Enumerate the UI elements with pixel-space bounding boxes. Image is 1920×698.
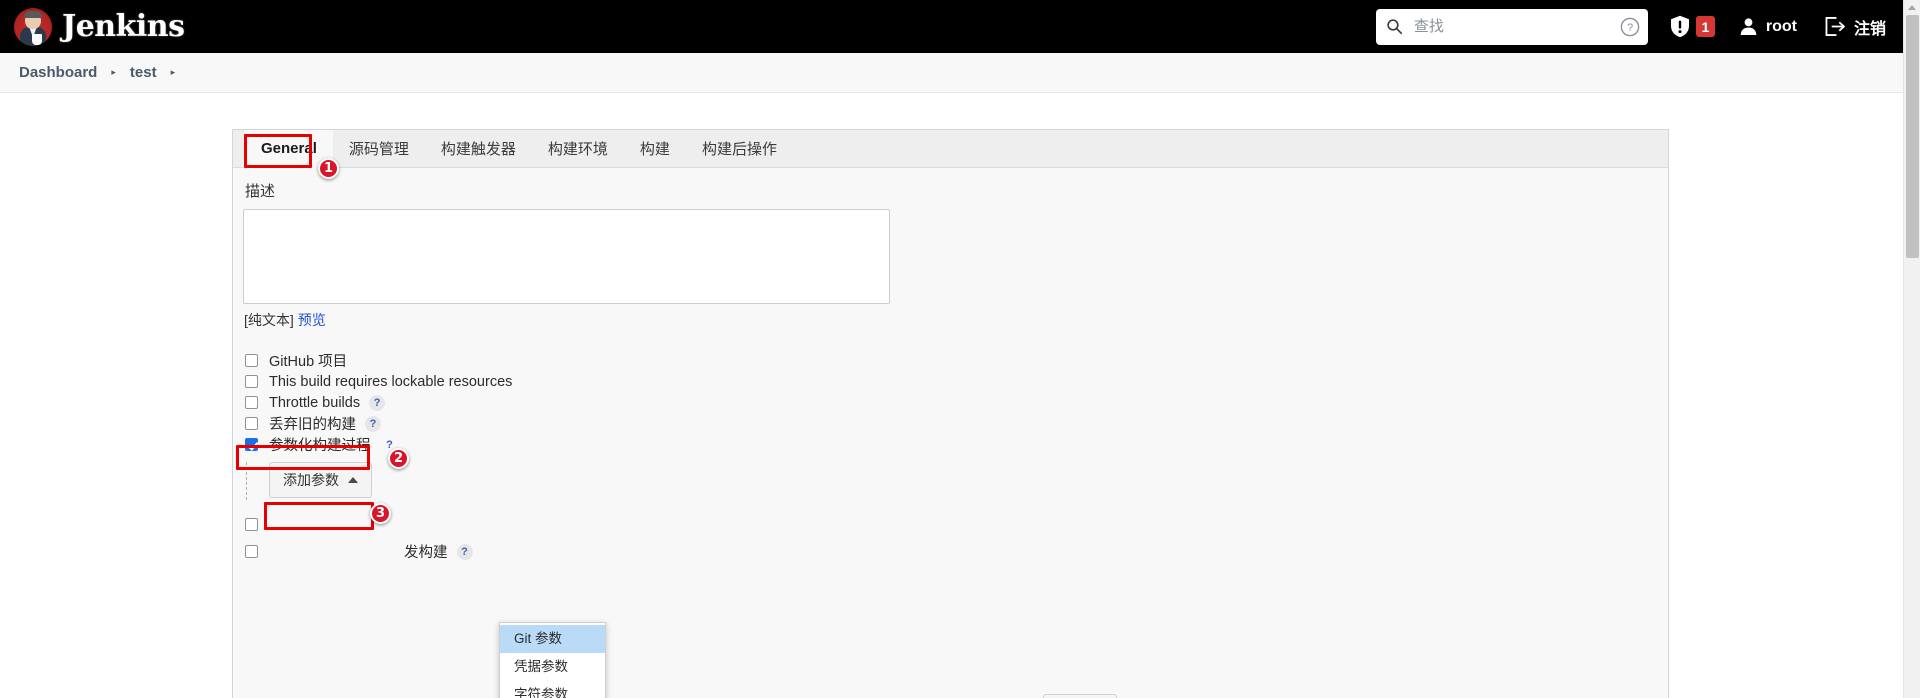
lower-option-1-checkbox[interactable] <box>245 518 258 531</box>
breadcrumb: Dashboard ▸ test ▸ <box>0 53 1903 93</box>
checkbox-row-lockable-resources[interactable]: This build requires lockable resources <box>243 371 1668 392</box>
user-name-label: root <box>1765 17 1797 35</box>
lockable-resources-label: This build requires lockable resources <box>269 373 513 390</box>
tab-post-build-actions[interactable]: 构建后操作 <box>686 130 793 167</box>
throttle-builds-label: Throttle builds <box>269 394 361 411</box>
config-form-body: 描述 [纯文本] 预览 GitHub 项目 This build requires… <box>233 168 1668 562</box>
logout-label: 注销 <box>1853 20 1886 38</box>
svg-text:?: ? <box>1627 22 1633 34</box>
page-scrollbar-track[interactable] <box>1903 0 1920 698</box>
throttle-builds-help-icon[interactable]: ? <box>369 394 386 411</box>
tab-build-label: 构建 <box>639 141 670 158</box>
discard-old-builds-label: 丢弃旧的构建 <box>269 417 356 433</box>
add-parameter-label: 添加参数 <box>283 472 339 488</box>
checkbox-row-discard-old-builds[interactable]: 丢弃旧的构建 ? <box>243 413 1668 434</box>
menu-item-string-parameter[interactable]: 字符参数 <box>500 681 605 698</box>
menu-item-credentials-parameter[interactable]: 凭据参数 <box>500 653 605 681</box>
shield-exclamation-icon <box>1670 15 1689 38</box>
tab-build-triggers[interactable]: 构建触发器 <box>425 130 532 167</box>
chevron-up-icon <box>348 477 358 483</box>
scroll-up-arrow-icon[interactable] <box>1908 5 1916 10</box>
tab-general-label: General <box>261 140 317 157</box>
description-textarea[interactable] <box>243 209 890 304</box>
top-header-bar: Jenkins ? 1 <box>0 0 1903 53</box>
advanced-button[interactable]: 高级... <box>1043 694 1117 698</box>
description-format-row: [纯文本] 预览 <box>244 310 1668 330</box>
header-right-controls: ? 1 root <box>1375 0 1886 53</box>
tab-source-management-label: 源码管理 <box>348 141 409 158</box>
question-circle-icon[interactable]: ? <box>1620 17 1640 37</box>
concurrent-build-help-icon[interactable]: ? <box>456 543 473 560</box>
jenkins-butler-logo-icon <box>14 7 52 46</box>
checkbox-row-throttle-builds[interactable]: Throttle builds ? <box>243 392 1668 413</box>
description-label: 描述 <box>245 183 276 200</box>
github-project-label: GitHub 项目 <box>269 354 348 370</box>
breadcrumb-separator-icon: ▸ <box>111 67 116 77</box>
lockable-resources-checkbox[interactable] <box>245 375 258 388</box>
checkbox-row-github-project[interactable]: GitHub 项目 <box>243 350 1668 371</box>
search-input[interactable] <box>1411 17 1592 36</box>
parameters-guide-rail <box>246 462 247 500</box>
breadcrumb-item-dashboard[interactable]: Dashboard <box>19 64 97 81</box>
parameterized-build-label: 参数化构建过程 <box>269 438 371 454</box>
checkbox-row-parameterized-build[interactable]: 参数化构建过程 ? <box>243 434 1668 455</box>
add-parameter-button[interactable]: 添加参数 <box>269 462 372 498</box>
tab-build[interactable]: 构建 <box>624 130 686 167</box>
discard-old-builds-help-icon[interactable]: ? <box>365 415 381 432</box>
logout-button[interactable]: 注销 <box>1825 15 1886 39</box>
tab-post-build-actions-label: 构建后操作 <box>701 141 777 158</box>
user-menu-button[interactable]: root <box>1739 17 1797 36</box>
annotation-badge-1: 1 <box>318 158 339 179</box>
general-options-checklist: GitHub 项目 This build requires lockable r… <box>243 350 1668 455</box>
concurrent-build-checkbox[interactable] <box>245 545 258 558</box>
search-icon <box>1387 19 1402 35</box>
jenkins-app-window: Jenkins ? 1 <box>0 0 1920 698</box>
parameterized-build-checkbox[interactable] <box>245 438 258 451</box>
sign-out-icon <box>1825 17 1845 36</box>
menu-item-git-parameter[interactable]: Git 参数 <box>500 625 605 654</box>
config-tab-bar: General 源码管理 构建触发器 构建环境 构建 构建后操作 <box>233 130 1668 168</box>
description-preview-link[interactable]: 预览 <box>298 312 326 328</box>
github-project-checkbox[interactable] <box>245 354 258 367</box>
tab-build-triggers-label: 构建触发器 <box>440 141 516 158</box>
breadcrumb-item-test[interactable]: test <box>130 64 157 81</box>
jenkins-home-link[interactable]: Jenkins <box>14 7 185 46</box>
tab-build-environment[interactable]: 构建环境 <box>532 130 624 167</box>
breadcrumb-separator-icon: ▸ <box>170 67 176 77</box>
tab-source-management[interactable]: 源码管理 <box>333 130 425 167</box>
add-parameter-dropdown-menu: Git 参数 凭据参数 字符参数 密码参数 布尔值参数 文件参数 文本参数 运行… <box>499 622 606 698</box>
annotation-badge-3: 3 <box>370 503 391 524</box>
security-warning-count: 1 <box>1695 16 1715 37</box>
security-warning-button[interactable]: 1 <box>1670 15 1715 38</box>
checkbox-row-lower-1[interactable] <box>243 514 1668 535</box>
annotation-badge-2: 2 <box>388 448 409 469</box>
tab-build-environment-label: 构建环境 <box>547 141 608 158</box>
lower-options-checklist: 发构建 ? <box>243 514 1668 562</box>
search-box[interactable]: ? <box>1375 8 1648 45</box>
description-format-note: [纯文本] <box>244 312 294 328</box>
job-config-panel: General 源码管理 构建触发器 构建环境 构建 构建后操作 描述 [纯文本… <box>232 129 1669 698</box>
person-icon <box>1740 18 1757 36</box>
checkbox-row-concurrent-build[interactable]: 发构建 ? <box>243 541 1668 562</box>
brand-title: Jenkins <box>62 9 185 44</box>
discard-old-builds-checkbox[interactable] <box>245 417 258 430</box>
page-scrollbar-thumb[interactable] <box>1906 15 1919 258</box>
parameters-zone: 添加参数 <box>243 462 1668 500</box>
concurrent-build-label: 发构建 <box>404 545 448 561</box>
throttle-builds-checkbox[interactable] <box>245 396 258 409</box>
